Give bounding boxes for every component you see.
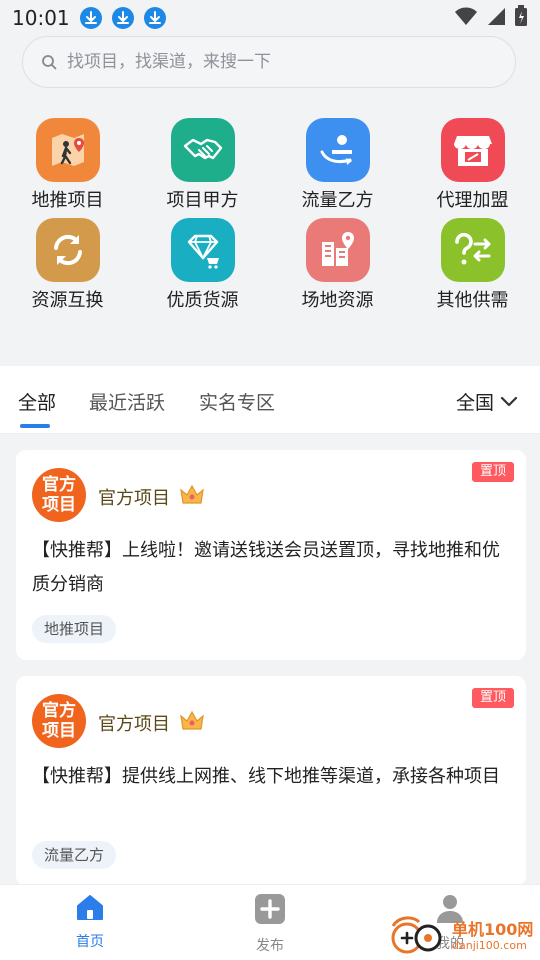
avatar: 官方 项目 bbox=[32, 468, 86, 522]
search-input[interactable] bbox=[67, 52, 487, 72]
category-project-party-a[interactable]: 项目甲方 bbox=[135, 118, 270, 212]
search-icon bbox=[41, 54, 57, 70]
category-traffic-party-b[interactable]: 流量乙方 bbox=[270, 118, 405, 212]
card-tag[interactable]: 流量乙方 bbox=[32, 841, 117, 869]
category-resource-exchange[interactable]: 资源互换 bbox=[0, 218, 135, 312]
category-label: 场地资源 bbox=[301, 290, 374, 311]
signal-icon bbox=[486, 6, 506, 30]
nav-label: 发布 bbox=[256, 938, 284, 954]
category-label: 代理加盟 bbox=[436, 190, 509, 211]
category-label: 地推项目 bbox=[31, 190, 104, 211]
crown-icon bbox=[178, 482, 206, 511]
card-source: 官方项目 bbox=[98, 708, 206, 737]
category-label: 资源互换 bbox=[31, 290, 104, 311]
project-card[interactable]: 官方 项目 官方项目 置顶 【快推帮】提供线上网推、线下地推等渠道，承接各种项目… bbox=[16, 676, 526, 886]
nav-home[interactable]: 首页 bbox=[40, 893, 140, 951]
filter-tabs: 全部 最近活跃 实名专区 全国 bbox=[0, 366, 540, 434]
search-box[interactable] bbox=[22, 36, 516, 88]
active-tab-indicator bbox=[20, 424, 50, 428]
handshake-icon bbox=[170, 118, 235, 182]
venue-icon bbox=[305, 218, 370, 282]
category-other-supply-demand[interactable]: 其他供需 bbox=[405, 218, 540, 312]
category-venue-resources[interactable]: 场地资源 bbox=[270, 218, 405, 312]
avatar-text-line1: 官方 bbox=[42, 701, 76, 721]
category-ground-promotion[interactable]: 地推项目 bbox=[0, 118, 135, 212]
region-selector[interactable]: 全国 bbox=[456, 388, 518, 415]
watermark-logo-icon bbox=[390, 916, 446, 960]
tab-recently-active[interactable]: 最近活跃 bbox=[89, 388, 165, 415]
battery-icon bbox=[514, 5, 528, 31]
project-card[interactable]: 官方 项目 官方项目 置顶 【快推帮】上线啦！邀请送钱送会员送置顶，寻找地推和优… bbox=[16, 450, 526, 660]
download-icon bbox=[143, 7, 166, 29]
category-label: 流量乙方 bbox=[301, 190, 374, 211]
chevron-down-icon bbox=[500, 391, 518, 413]
region-label: 全国 bbox=[455, 392, 494, 414]
avatar-text-line2: 项目 bbox=[42, 495, 76, 515]
traffic-icon bbox=[305, 118, 370, 182]
category-quality-supply[interactable]: 优质货源 bbox=[135, 218, 270, 312]
pinned-badge: 置顶 bbox=[471, 462, 514, 482]
tab-all[interactable]: 全部 bbox=[18, 388, 56, 415]
category-label: 优质货源 bbox=[166, 290, 239, 311]
source-name: 官方项目 bbox=[98, 487, 170, 509]
nav-publish[interactable]: 发布 bbox=[220, 893, 320, 955]
category-label: 项目甲方 bbox=[166, 190, 239, 211]
search-bar bbox=[22, 36, 516, 88]
diamond-cart-icon bbox=[170, 218, 235, 282]
wifi-icon bbox=[454, 6, 478, 30]
category-grid: 地推项目 项目甲方 流量乙方 代理加盟 资源互换 优质货源 场地资源 其他供需 bbox=[0, 118, 540, 312]
category-label: 其他供需 bbox=[436, 290, 509, 311]
tab-verified-zone[interactable]: 实名专区 bbox=[199, 388, 275, 415]
crown-icon bbox=[178, 708, 206, 737]
download-icon bbox=[111, 7, 134, 29]
avatar-text-line2: 项目 bbox=[42, 721, 76, 741]
status-bar: 10:01 bbox=[0, 0, 540, 36]
watermark-url: danji100.com bbox=[452, 939, 527, 952]
exchange-icon bbox=[35, 218, 100, 282]
avatar-text-line1: 官方 bbox=[42, 475, 76, 495]
add-icon bbox=[254, 893, 286, 929]
question-exchange-icon bbox=[440, 218, 505, 282]
status-time: 10:01 bbox=[12, 6, 70, 30]
pinned-badge: 置顶 bbox=[471, 688, 514, 708]
nav-label: 首页 bbox=[76, 934, 104, 950]
category-agency-franchise[interactable]: 代理加盟 bbox=[405, 118, 540, 212]
watermark-title: 单机100网 bbox=[452, 920, 534, 939]
download-icon bbox=[79, 7, 102, 29]
source-name: 官方项目 bbox=[98, 713, 170, 735]
card-tag[interactable]: 地推项目 bbox=[32, 615, 117, 643]
ground-promotion-icon bbox=[35, 118, 100, 182]
avatar: 官方 项目 bbox=[32, 694, 86, 748]
watermark: 单机100网 danji100.com bbox=[390, 916, 540, 960]
card-source: 官方项目 bbox=[98, 482, 206, 511]
card-text: 【快推帮】提供线上网推、线下地推等渠道，承接各种项目 bbox=[32, 766, 500, 787]
home-icon bbox=[75, 893, 105, 925]
card-text: 【快推帮】上线啦！邀请送钱送会员送置顶，寻找地推和优质分销商 bbox=[32, 540, 500, 595]
store-icon bbox=[440, 118, 505, 182]
